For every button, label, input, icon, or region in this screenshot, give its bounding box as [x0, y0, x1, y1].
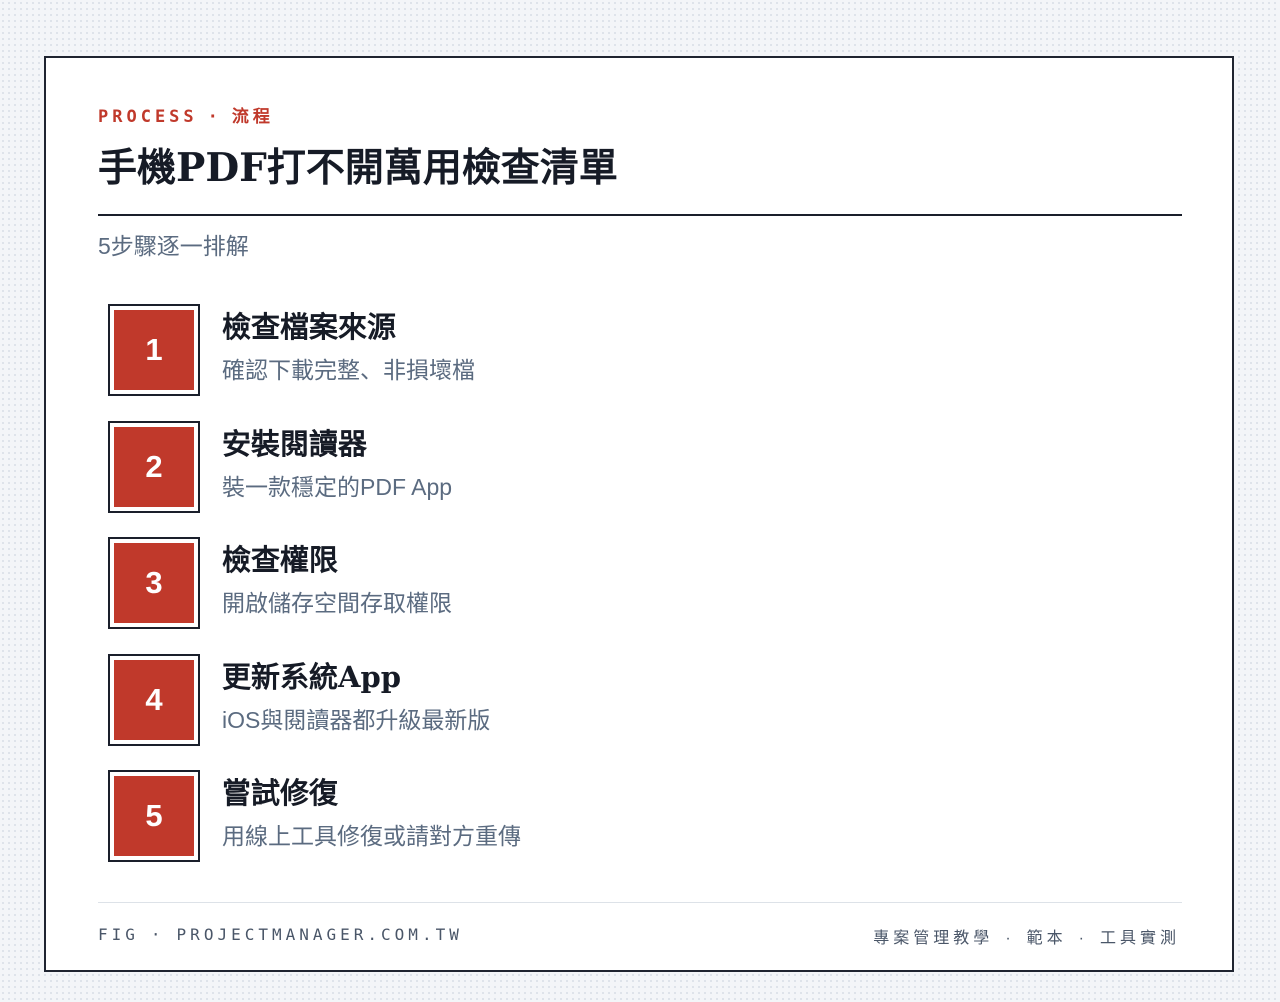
step-item: 3 檢查權限 開啟儲存空間存取權限 — [108, 537, 1108, 629]
eyebrow: PROCESS · 流程 — [98, 102, 274, 127]
footer-separator: · — [1078, 930, 1088, 947]
step-number-badge: 4 — [108, 653, 200, 746]
step-title: 檢查檔案來源 — [222, 310, 397, 344]
step-number-badge: 1 — [108, 304, 200, 396]
step-number: 5 — [114, 776, 194, 856]
step-title: 更新系統App — [222, 659, 402, 694]
step-item: 5 嘗試修復 用線上工具修復或請對方重傳 — [108, 770, 1108, 862]
footer-divider — [98, 902, 1182, 903]
step-list: 1 檢查檔案來源 確認下載完整、非損壞檔 2 安裝閱讀器 裝一款穩定的PDF A… — [108, 304, 1108, 887]
step-description: 確認下載完整、非損壞檔 — [222, 357, 475, 383]
eyebrow-en: PROCESS — [98, 107, 198, 127]
fig-label: FIG — [98, 925, 139, 944]
eyebrow-zh: 流程 — [231, 107, 274, 127]
step-description: 用線上工具修復或請對方重傳 — [222, 823, 521, 849]
step-item: 4 更新系統App iOS與閱讀器都升級最新版 — [108, 653, 1108, 746]
footer-separator: · — [1005, 930, 1015, 947]
subtitle: 5步驟逐一排解 — [98, 233, 249, 259]
footer-tag: 工具實測 — [1099, 930, 1180, 947]
figure-card: PROCESS · 流程 手機PDF打不開萬用檢查清單 5步驟逐一排解 1 檢查檔案… — [44, 56, 1234, 972]
footer-separator: · — [150, 925, 165, 944]
title-divider — [98, 214, 1182, 216]
step-item: 2 安裝閱讀器 裝一款穩定的PDF App — [108, 420, 1108, 513]
step-number-badge: 3 — [108, 537, 200, 629]
step-number-badge: 2 — [108, 420, 200, 513]
step-title: 檢查權限 — [222, 543, 339, 577]
step-title: 安裝閱讀器 — [222, 426, 368, 461]
step-number: 2 — [114, 426, 194, 507]
eyebrow-separator: · — [207, 107, 222, 127]
step-number: 1 — [114, 310, 194, 390]
step-description: 開啟儲存空間存取權限 — [222, 590, 452, 616]
step-number: 3 — [114, 543, 194, 623]
page-title: 手機PDF打不開萬用檢查清單 — [98, 145, 618, 191]
step-description: iOS與閱讀器都升級最新版 — [222, 706, 491, 733]
step-item: 1 檢查檔案來源 確認下載完整、非損壞檔 — [108, 304, 1108, 396]
footer-source: FIG · PROJECTMANAGER.COM.TW — [98, 925, 463, 944]
step-title: 嘗試修復 — [222, 776, 339, 810]
footer-tag: 專案管理教學 — [873, 930, 994, 947]
footer-tag: 範本 — [1026, 930, 1067, 947]
step-number: 4 — [114, 659, 194, 740]
footer-tags: 專案管理教學 · 範本 · 工具實測 — [873, 924, 1180, 948]
site-name: PROJECTMANAGER.COM.TW — [176, 925, 463, 944]
step-description: 裝一款穩定的PDF App — [222, 473, 453, 500]
step-number-badge: 5 — [108, 770, 200, 862]
